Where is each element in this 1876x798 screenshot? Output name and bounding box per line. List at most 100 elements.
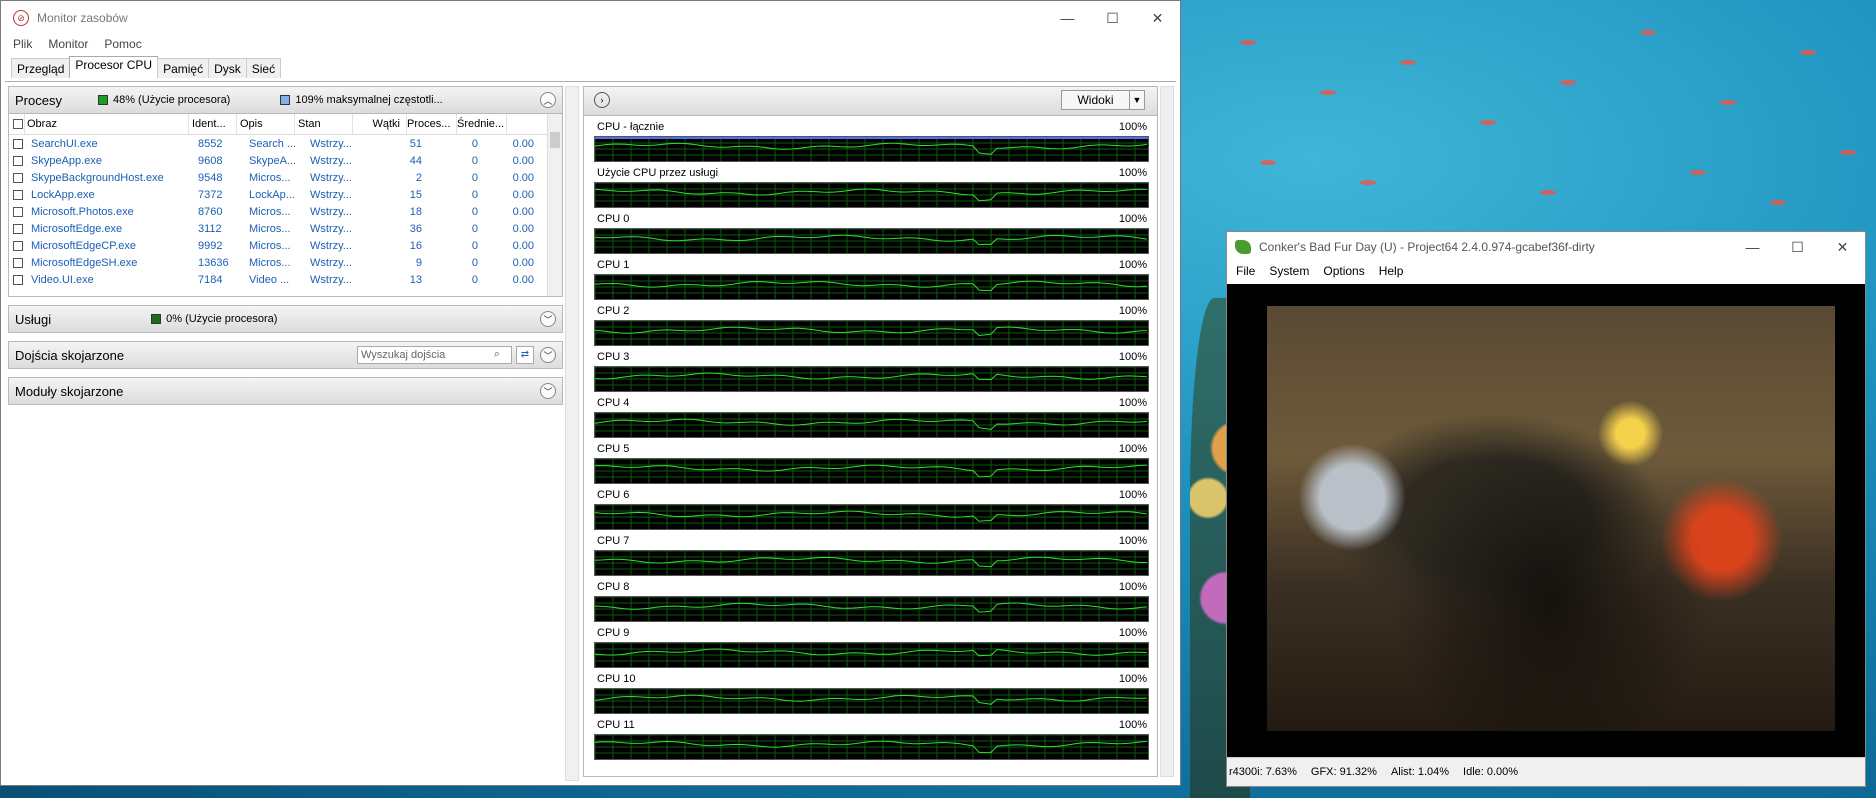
table-row[interactable]: SkypeBackgroundHost.exe 9548 Micros... Wstr… bbox=[9, 169, 562, 186]
table-row[interactable]: MicrosoftEdge.exe 3112 Micros... Wstrzy... 3… bbox=[9, 220, 562, 237]
project64-window: Conker's Bad Fur Day (U) - Project64 2.4… bbox=[1226, 231, 1866, 787]
maximize-button[interactable]: ☐ bbox=[1090, 1, 1135, 35]
row-checkbox[interactable] bbox=[9, 172, 29, 183]
table-cell: 8552 bbox=[198, 137, 223, 150]
table-row[interactable]: MicrosoftEdgeSH.exe 13636 Micros... Wstrzy.… bbox=[9, 254, 562, 271]
graph-plot bbox=[594, 366, 1149, 392]
minimize-button[interactable]: — bbox=[1045, 1, 1090, 35]
graphs-scrollbar[interactable] bbox=[1160, 86, 1174, 777]
table-cell: Wstrzy... bbox=[310, 273, 352, 286]
tab-overview[interactable]: Przegląd bbox=[11, 58, 71, 78]
left-pane-scrollbar[interactable] bbox=[565, 86, 579, 781]
table-row[interactable]: SearchUI.exe 8552 Search ... Wstrzy... 51 0 0.… bbox=[9, 135, 562, 152]
table-cell: SkypeApp.exe bbox=[31, 154, 102, 167]
table-cell: 0 bbox=[471, 273, 478, 286]
table-cell: 9 bbox=[415, 256, 422, 269]
table-cell: 0 bbox=[471, 188, 478, 201]
col-average-cpu[interactable]: Średnie... bbox=[457, 114, 507, 134]
expand-down-icon[interactable]: ﹀ bbox=[540, 311, 556, 327]
chevron-down-icon: ▼ bbox=[1129, 91, 1144, 109]
table-cell: Wstrzy... bbox=[310, 205, 352, 218]
handles-title: Dojścia skojarzone bbox=[15, 347, 125, 363]
col-description[interactable]: Opis bbox=[237, 114, 295, 134]
table-cell: SkypeBackgroundHost.exe bbox=[31, 171, 164, 184]
expand-down-icon[interactable]: ﹀ bbox=[540, 347, 556, 363]
title-bar[interactable]: ⊘ Monitor zasobów bbox=[1, 1, 1180, 35]
table-cell: 0 bbox=[471, 222, 478, 235]
status-r4300i: r4300i: 7.63% bbox=[1229, 766, 1297, 778]
table-row[interactable]: SkypeApp.exe 9608 SkypeA... Wstrzy... 44 0 0.0… bbox=[9, 152, 562, 169]
views-dropdown[interactable]: Widoki ▼ bbox=[1061, 90, 1145, 110]
col-status[interactable]: Stan bbox=[295, 114, 353, 134]
table-row[interactable]: MicrosoftEdgeCP.exe 9992 Micros... Wstrzy..… bbox=[9, 237, 562, 254]
menu-help[interactable]: Help bbox=[1372, 262, 1411, 282]
row-checkbox[interactable] bbox=[9, 274, 29, 285]
menu-system[interactable]: System bbox=[1262, 262, 1316, 282]
row-checkbox[interactable] bbox=[9, 206, 29, 217]
graph-label: CPU 8 bbox=[597, 581, 630, 593]
row-checkbox[interactable] bbox=[9, 155, 29, 166]
expand-down-icon[interactable]: ﹀ bbox=[540, 383, 556, 399]
collapse-pane-icon[interactable]: › bbox=[594, 92, 610, 108]
tab-network[interactable]: Sieć bbox=[245, 58, 282, 78]
tab-cpu[interactable]: Procesor CPU bbox=[69, 56, 159, 78]
project64-icon bbox=[1235, 240, 1251, 254]
cpu-graph: CPU 6 100% bbox=[594, 489, 1149, 535]
graph-label: CPU 5 bbox=[597, 443, 630, 455]
menu-monitor[interactable]: Monitor bbox=[40, 35, 96, 55]
handles-search-input[interactable]: Wyszukaj dojścia bbox=[357, 346, 512, 364]
table-row[interactable]: Microsoft.Photos.exe 8760 Micros... Wstrzy.… bbox=[9, 203, 562, 220]
cpu-graph: CPU 2 100% bbox=[594, 305, 1149, 351]
graph-plot bbox=[594, 550, 1149, 576]
row-checkbox[interactable] bbox=[9, 189, 29, 200]
col-threads[interactable]: Wątki bbox=[353, 114, 407, 134]
cpu-tab-content: Procesy 48% (Użycie procesora) 109% maks… bbox=[5, 81, 1176, 781]
table-cell: 0 bbox=[471, 239, 478, 252]
table-cell: Wstrzy... bbox=[310, 256, 352, 269]
tab-memory[interactable]: Pamięć bbox=[157, 58, 210, 78]
search-icon[interactable]: ⌕ bbox=[494, 348, 500, 361]
maximize-button[interactable]: ☐ bbox=[1775, 232, 1820, 262]
table-row[interactable]: Video.UI.exe 7184 Video ... Wstrzy... 13 0 0.0… bbox=[9, 271, 562, 288]
graph-plot bbox=[594, 458, 1149, 484]
cpu-graph: CPU - łącznie 100% bbox=[594, 121, 1149, 167]
cpu-graph: CPU 5 100% bbox=[594, 443, 1149, 489]
minimize-button[interactable]: — bbox=[1730, 232, 1775, 262]
col-image[interactable]: Obraz bbox=[25, 114, 189, 134]
processes-scrollbar[interactable] bbox=[547, 114, 562, 296]
cpu-graph: CPU 9 100% bbox=[594, 627, 1149, 673]
resource-monitor-icon: ⊘ bbox=[13, 10, 29, 26]
menu-plik[interactable]: Plik bbox=[5, 35, 40, 55]
table-cell: 2 bbox=[415, 171, 422, 184]
menu-pomoc[interactable]: Pomoc bbox=[96, 35, 149, 55]
tab-disk[interactable]: Dysk bbox=[208, 58, 247, 78]
graph-max-label: 100% bbox=[1118, 213, 1147, 225]
cpu-graph: Użycie CPU przez usługi 100% bbox=[594, 167, 1149, 213]
row-checkbox[interactable] bbox=[9, 223, 29, 234]
graph-plot bbox=[594, 136, 1149, 162]
col-cpu[interactable]: Proces... bbox=[407, 114, 457, 134]
emulator-screen[interactable] bbox=[1227, 284, 1865, 758]
processes-header[interactable]: Procesy 48% (Użycie procesora) 109% maks… bbox=[8, 86, 563, 114]
select-all-checkbox[interactable] bbox=[9, 114, 25, 134]
modules-header[interactable]: Moduły skojarzone ﹀ bbox=[8, 377, 563, 405]
menu-options[interactable]: Options bbox=[1316, 262, 1371, 282]
col-pid[interactable]: Ident... bbox=[189, 114, 237, 134]
table-cell: 9608 bbox=[198, 154, 223, 167]
close-button[interactable]: ✕ bbox=[1820, 232, 1865, 262]
graph-max-label: 100% bbox=[1118, 351, 1147, 363]
services-header[interactable]: Usługi 0% (Użycie procesora) ﹀ bbox=[8, 305, 563, 333]
graph-label: CPU 9 bbox=[597, 627, 630, 639]
max-frequency-indicator: 109% maksymalnej częstotli... bbox=[280, 94, 443, 106]
row-checkbox[interactable] bbox=[9, 240, 29, 251]
handles-header[interactable]: Dojścia skojarzone Wyszukaj dojścia ⌕ ⇄ … bbox=[8, 341, 563, 369]
collapse-up-icon[interactable]: ︿ bbox=[540, 92, 556, 108]
refresh-icon[interactable]: ⇄ bbox=[516, 346, 534, 364]
table-row[interactable]: LockApp.exe 7372 LockAp... Wstrzy... 15 0 0.00 bbox=[9, 186, 562, 203]
table-cell: MicrosoftEdgeSH.exe bbox=[31, 256, 138, 269]
row-checkbox[interactable] bbox=[9, 138, 29, 149]
close-button[interactable]: ✕ bbox=[1135, 1, 1180, 35]
table-cell: LockApp.exe bbox=[31, 188, 95, 201]
menu-file[interactable]: File bbox=[1229, 262, 1262, 282]
row-checkbox[interactable] bbox=[9, 257, 29, 268]
